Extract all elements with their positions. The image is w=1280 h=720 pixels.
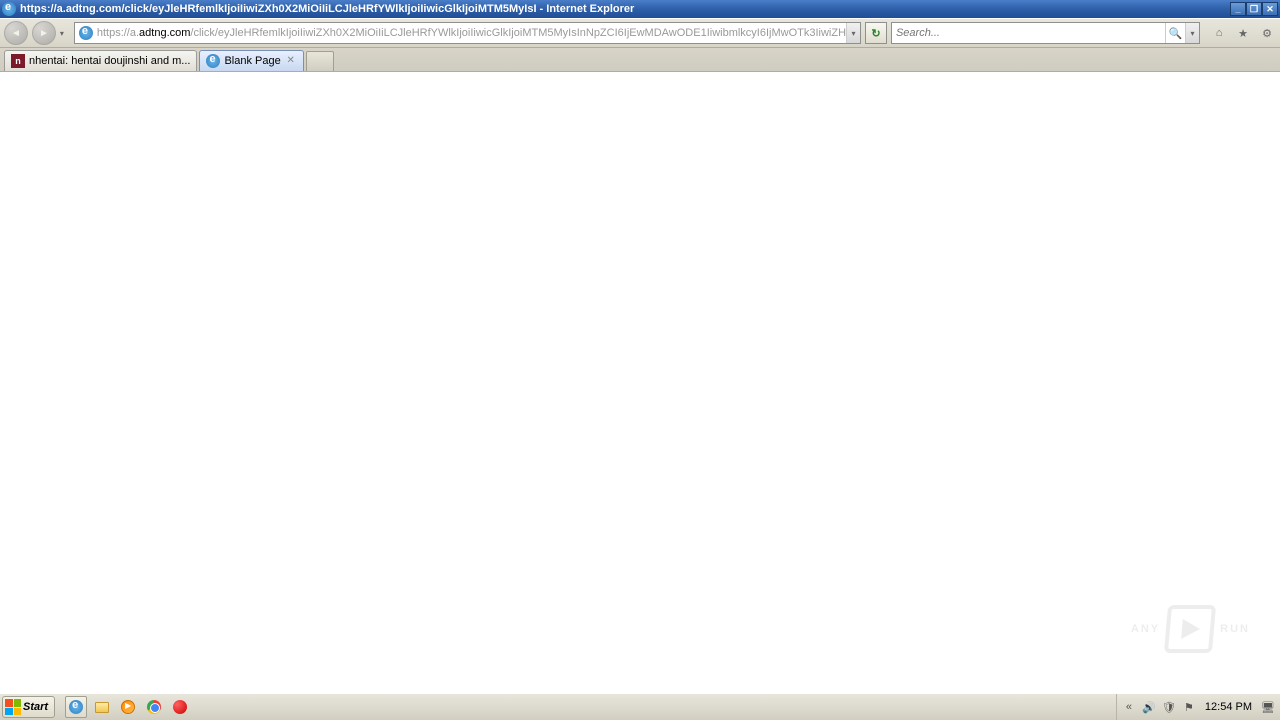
search-provider-dropdown[interactable]: ▾ bbox=[1185, 23, 1199, 43]
address-bar[interactable]: https://a.adtng.com/click/eyJleHRfemlkIj… bbox=[74, 22, 861, 44]
site-icon bbox=[77, 24, 95, 42]
maximize-button[interactable]: ❐ bbox=[1246, 2, 1262, 16]
window-titlebar: https://a.adtng.com/click/eyJleHRfemlkIj… bbox=[0, 0, 1280, 18]
taskbar-media-icon[interactable] bbox=[117, 696, 139, 718]
volume-icon[interactable]: 🔊 bbox=[1141, 699, 1157, 715]
taskbar-chrome-icon[interactable] bbox=[143, 696, 165, 718]
window-title: https://a.adtng.com/click/eyJleHRfemlkIj… bbox=[20, 3, 1230, 15]
favorites-icon[interactable]: ★ bbox=[1234, 24, 1252, 42]
play-icon bbox=[1164, 605, 1216, 653]
tab-label: Blank Page bbox=[224, 55, 280, 67]
home-icon[interactable]: ⌂ bbox=[1210, 24, 1228, 42]
arrow-left-icon bbox=[11, 27, 21, 39]
taskbar-app-icon[interactable] bbox=[169, 696, 191, 718]
search-box[interactable]: 🔍 ▾ bbox=[891, 22, 1200, 44]
search-icon[interactable]: 🔍 bbox=[1165, 23, 1185, 43]
tab-2[interactable]: Blank Page ✕ bbox=[199, 50, 303, 71]
minimize-button[interactable]: _ bbox=[1230, 2, 1246, 16]
tab-1[interactable]: n nhentai: hentai doujinshi and m... bbox=[4, 50, 197, 71]
tab-favicon: n bbox=[11, 54, 25, 68]
system-tray: « 🔊 🛡 ⚑ 12:54 PM 🖥 bbox=[1116, 694, 1280, 720]
tab-close-icon[interactable]: ✕ bbox=[285, 55, 297, 67]
forward-button[interactable] bbox=[32, 21, 56, 45]
shield-icon[interactable]: 🛡 bbox=[1161, 699, 1177, 715]
browser-toolbar: ▾ https://a.adtng.com/click/eyJleHRfemlk… bbox=[0, 18, 1280, 48]
taskbar-ie-icon[interactable] bbox=[65, 696, 87, 718]
flag-icon[interactable]: ⚑ bbox=[1181, 699, 1197, 715]
watermark: ANY RUN bbox=[1131, 605, 1250, 653]
start-label: Start bbox=[23, 701, 48, 713]
address-text: https://a.adtng.com/click/eyJleHRfemlkIj… bbox=[97, 27, 846, 39]
windows-logo-icon bbox=[5, 699, 21, 715]
back-button[interactable] bbox=[4, 21, 28, 45]
arrow-right-icon bbox=[39, 27, 49, 39]
new-tab-button[interactable] bbox=[306, 51, 334, 71]
clock[interactable]: 12:54 PM bbox=[1201, 701, 1256, 713]
monitor-icon[interactable]: 🖥 bbox=[1260, 699, 1276, 715]
tray-expand-icon[interactable]: « bbox=[1121, 699, 1137, 715]
start-button[interactable]: Start bbox=[2, 696, 55, 718]
close-button[interactable]: ✕ bbox=[1262, 2, 1278, 16]
ie-icon bbox=[2, 2, 16, 16]
taskbar: Start « 🔊 🛡 ⚑ 12:54 PM 🖥 bbox=[0, 693, 1280, 720]
taskbar-explorer-icon[interactable] bbox=[91, 696, 113, 718]
gear-icon[interactable]: ⚙ bbox=[1258, 24, 1276, 42]
tab-favicon bbox=[206, 54, 220, 68]
refresh-button[interactable]: ↻ bbox=[865, 22, 887, 44]
search-input[interactable] bbox=[892, 27, 1165, 39]
address-dropdown[interactable]: ▾ bbox=[846, 23, 860, 43]
tab-bar: n nhentai: hentai doujinshi and m... Bla… bbox=[0, 48, 1280, 72]
tab-label: nhentai: hentai doujinshi and m... bbox=[29, 55, 190, 67]
nav-history-dropdown[interactable]: ▾ bbox=[60, 29, 70, 38]
page-content: ANY RUN bbox=[0, 72, 1280, 693]
